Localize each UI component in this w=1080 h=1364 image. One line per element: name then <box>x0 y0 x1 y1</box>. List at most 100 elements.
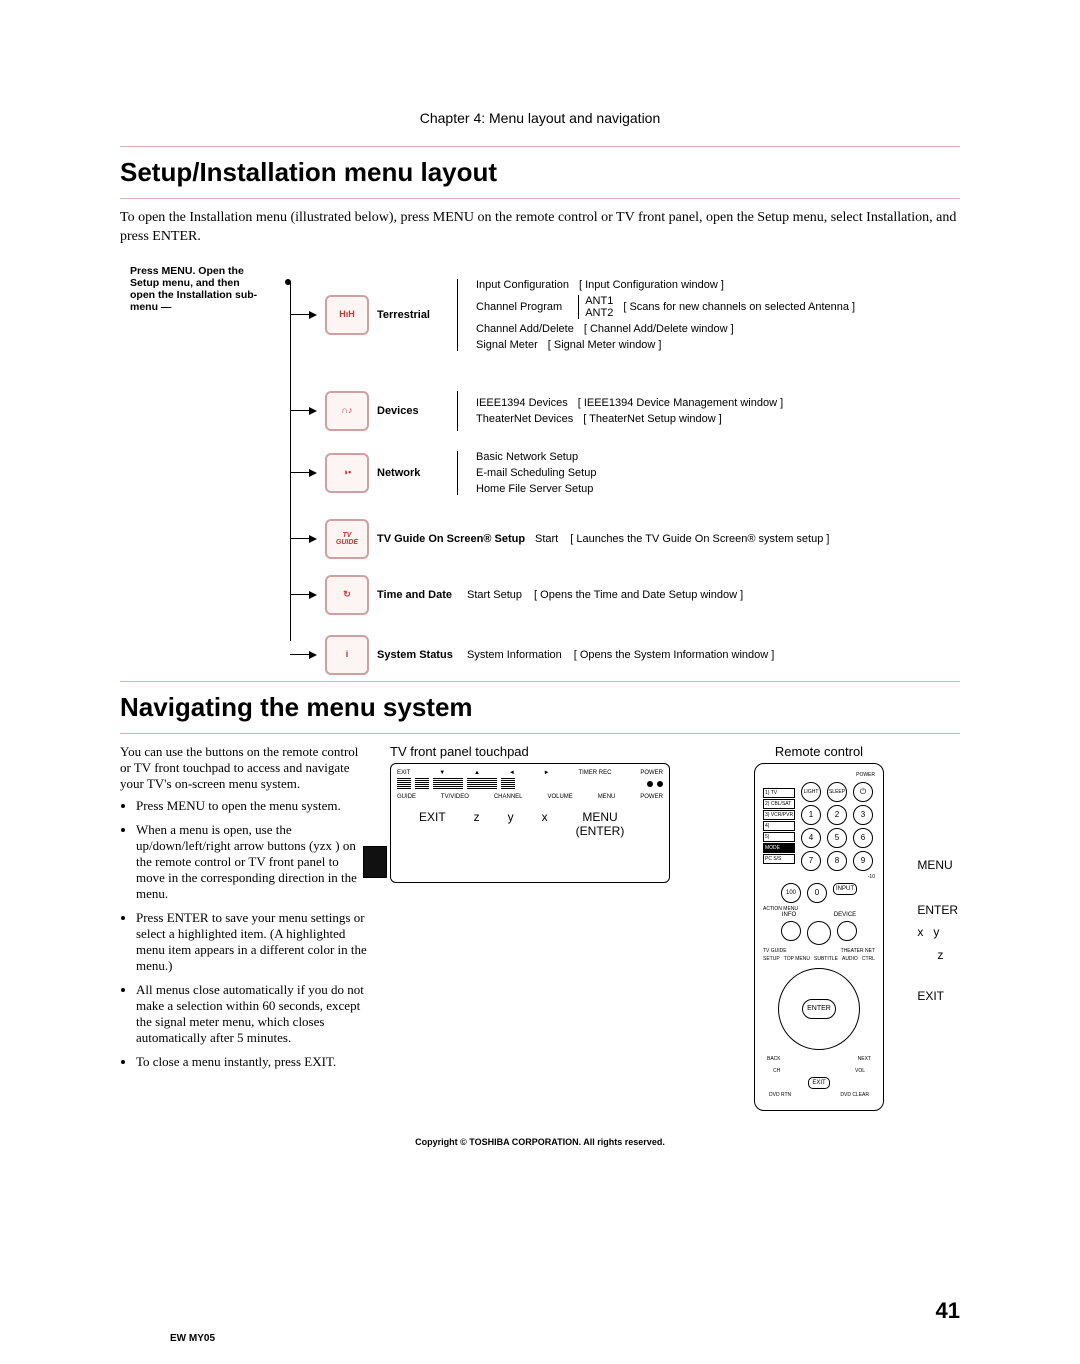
num-button[interactable]: 8 <box>827 851 847 871</box>
tree-row-tvguide: TVGUIDE TV Guide On Screen® Setup Start … <box>290 519 829 559</box>
nav-bullet: All menus close automatically if you do … <box>136 982 370 1046</box>
tree-row-timedate: ↻ Time and Date Start Setup [ Opens the … <box>290 575 743 615</box>
tv-label: ◄ <box>509 770 515 776</box>
info-icon: i <box>325 635 369 675</box>
back-label: BACK <box>767 1056 781 1062</box>
tv-front-panel: TV front panel touchpad EXIT ▼ ▲ ◄ ► TIM… <box>390 744 670 883</box>
tvguide-icon: TVGUIDE <box>325 519 369 559</box>
ring-button[interactable] <box>837 921 857 941</box>
sub-item: ANT2 <box>585 307 613 319</box>
nav-text-column: You can use the buttons on the remote co… <box>120 744 370 1078</box>
tv-label: CHANNEL <box>494 794 523 800</box>
ring-label: SUBTITLE <box>814 956 838 962</box>
power-button[interactable]: ⏻ <box>853 782 873 802</box>
tree-row-status: i System Status System Information [ Ope… <box>290 635 774 675</box>
device-button[interactable] <box>807 921 831 945</box>
item-desc: [ Signal Meter window ] <box>548 339 662 351</box>
section-title-1: Setup/Installation menu layout <box>120 157 960 188</box>
mode-button[interactable]: PC S/S <box>763 854 795 864</box>
vol-label: VOL <box>855 1068 865 1074</box>
item-label: Channel Add/Delete <box>476 323 574 335</box>
ring-label: TOP MENU <box>784 956 810 962</box>
led-icon <box>657 781 663 787</box>
tree-hint: Press MENU. Open the Setup menu, and the… <box>130 265 260 313</box>
mode-button[interactable]: 5) <box>763 832 795 842</box>
item-label: Input Configuration <box>476 279 569 291</box>
nav-intro: You can use the buttons on the remote co… <box>120 744 370 792</box>
ring-label: AUDIO <box>842 956 858 962</box>
touchpad-button[interactable] <box>397 778 411 790</box>
mode-button[interactable]: MODE <box>763 843 795 853</box>
tv-label: ▲ <box>474 770 480 776</box>
tree-row-terrestrial: HıH Terrestrial Input Configuration [ Inp… <box>290 279 855 351</box>
info-button[interactable] <box>781 921 801 941</box>
mode-button[interactable]: 1) TV <box>763 788 795 798</box>
touchpad-button[interactable] <box>467 778 497 790</box>
tv-label: TIMER REC <box>578 770 611 776</box>
dpad[interactable] <box>778 968 860 1050</box>
num-button[interactable]: 5 <box>827 828 847 848</box>
intro-text: To open the Installation menu (illustrat… <box>120 209 960 247</box>
num-button[interactable]: 4 <box>801 828 821 848</box>
nav-bullet: To close a menu instantly, press EXIT. <box>136 1054 370 1070</box>
info-label: INFO <box>782 912 796 918</box>
remote-callouts: MENU ENTER x y z EXIT <box>917 854 958 1008</box>
section-title-2: Navigating the menu system <box>120 692 960 723</box>
dvd-rtn-label: DVD RTN <box>769 1092 791 1098</box>
touchpad-button[interactable] <box>433 778 463 790</box>
item-label: Signal Meter <box>476 339 538 351</box>
tv-guide-z: z <box>474 810 480 838</box>
callout-menu: MENU <box>917 854 958 877</box>
network-label: Network <box>377 467 449 479</box>
item-desc: [ Input Configuration window ] <box>579 279 724 291</box>
tv-mini-icon <box>363 846 387 878</box>
exit-button[interactable]: EXIT <box>808 1077 830 1089</box>
num-button[interactable]: 3 <box>853 805 873 825</box>
timedate-label: Time and Date <box>377 589 467 601</box>
next-label: NEXT <box>858 1056 871 1062</box>
hundred-button[interactable]: 100 <box>781 883 801 903</box>
item-label: IEEE1394 Devices <box>476 397 568 409</box>
divider <box>120 198 960 199</box>
tv-guide-enter: (ENTER) <box>576 824 625 838</box>
callout-enter: ENTER <box>917 899 958 922</box>
sleep-button[interactable]: SLEEP <box>827 782 847 802</box>
tvpanel-title: TV front panel touchpad <box>390 744 670 759</box>
num-button[interactable]: 1 <box>801 805 821 825</box>
mode-button[interactable]: 4) <box>763 821 795 831</box>
num-button[interactable]: 9 <box>853 851 873 871</box>
num-button[interactable]: 0 <box>807 883 827 903</box>
item-desc: [ Launches the TV Guide On Screen® syste… <box>570 533 829 545</box>
num-button[interactable]: 7 <box>801 851 821 871</box>
num-button[interactable]: 2 <box>827 805 847 825</box>
devices-label: Devices <box>377 405 449 417</box>
terrestrial-icon: HıH <box>325 295 369 335</box>
touchpad-button[interactable] <box>415 778 429 790</box>
mode-button[interactable]: 2) CBL/SAT <box>763 799 795 809</box>
item-label: TheaterNet Devices <box>476 413 573 425</box>
item-label: Start Setup <box>467 589 522 601</box>
item-label: Basic Network Setup <box>476 451 578 463</box>
light-button[interactable]: LIGHT <box>801 782 821 802</box>
callout-x: x <box>917 925 923 939</box>
ring-label: CTRL <box>862 956 875 962</box>
clock-icon: ↻ <box>325 575 369 615</box>
tv-guide-y: y <box>508 810 514 838</box>
dvd-clear-label: DVD CLEAR <box>840 1092 869 1098</box>
tree-row-network: ◑• Network Basic Network Setup E-mail Sc… <box>290 451 596 495</box>
ch-label: CH <box>773 1068 780 1074</box>
item-desc: [ TheaterNet Setup window ] <box>583 413 722 425</box>
tvguide-label: TV Guide On Screen® Setup <box>377 533 535 545</box>
tv-label: VOLUME <box>547 794 572 800</box>
tv-label: POWER <box>640 794 663 800</box>
divider <box>120 733 960 734</box>
device-label: DEVICE <box>834 912 856 918</box>
terrestrial-label: Terrestrial <box>377 309 449 321</box>
touchpad-button[interactable] <box>501 778 515 790</box>
tv-label: GUIDE <box>397 794 416 800</box>
page-number: 41 <box>936 1298 960 1324</box>
tv-guide-exit: EXIT <box>419 810 446 838</box>
mode-button[interactable]: 3) VCR/PVR <box>763 810 795 820</box>
num-button[interactable]: 6 <box>853 828 873 848</box>
input-button[interactable]: INPUT <box>833 883 857 895</box>
